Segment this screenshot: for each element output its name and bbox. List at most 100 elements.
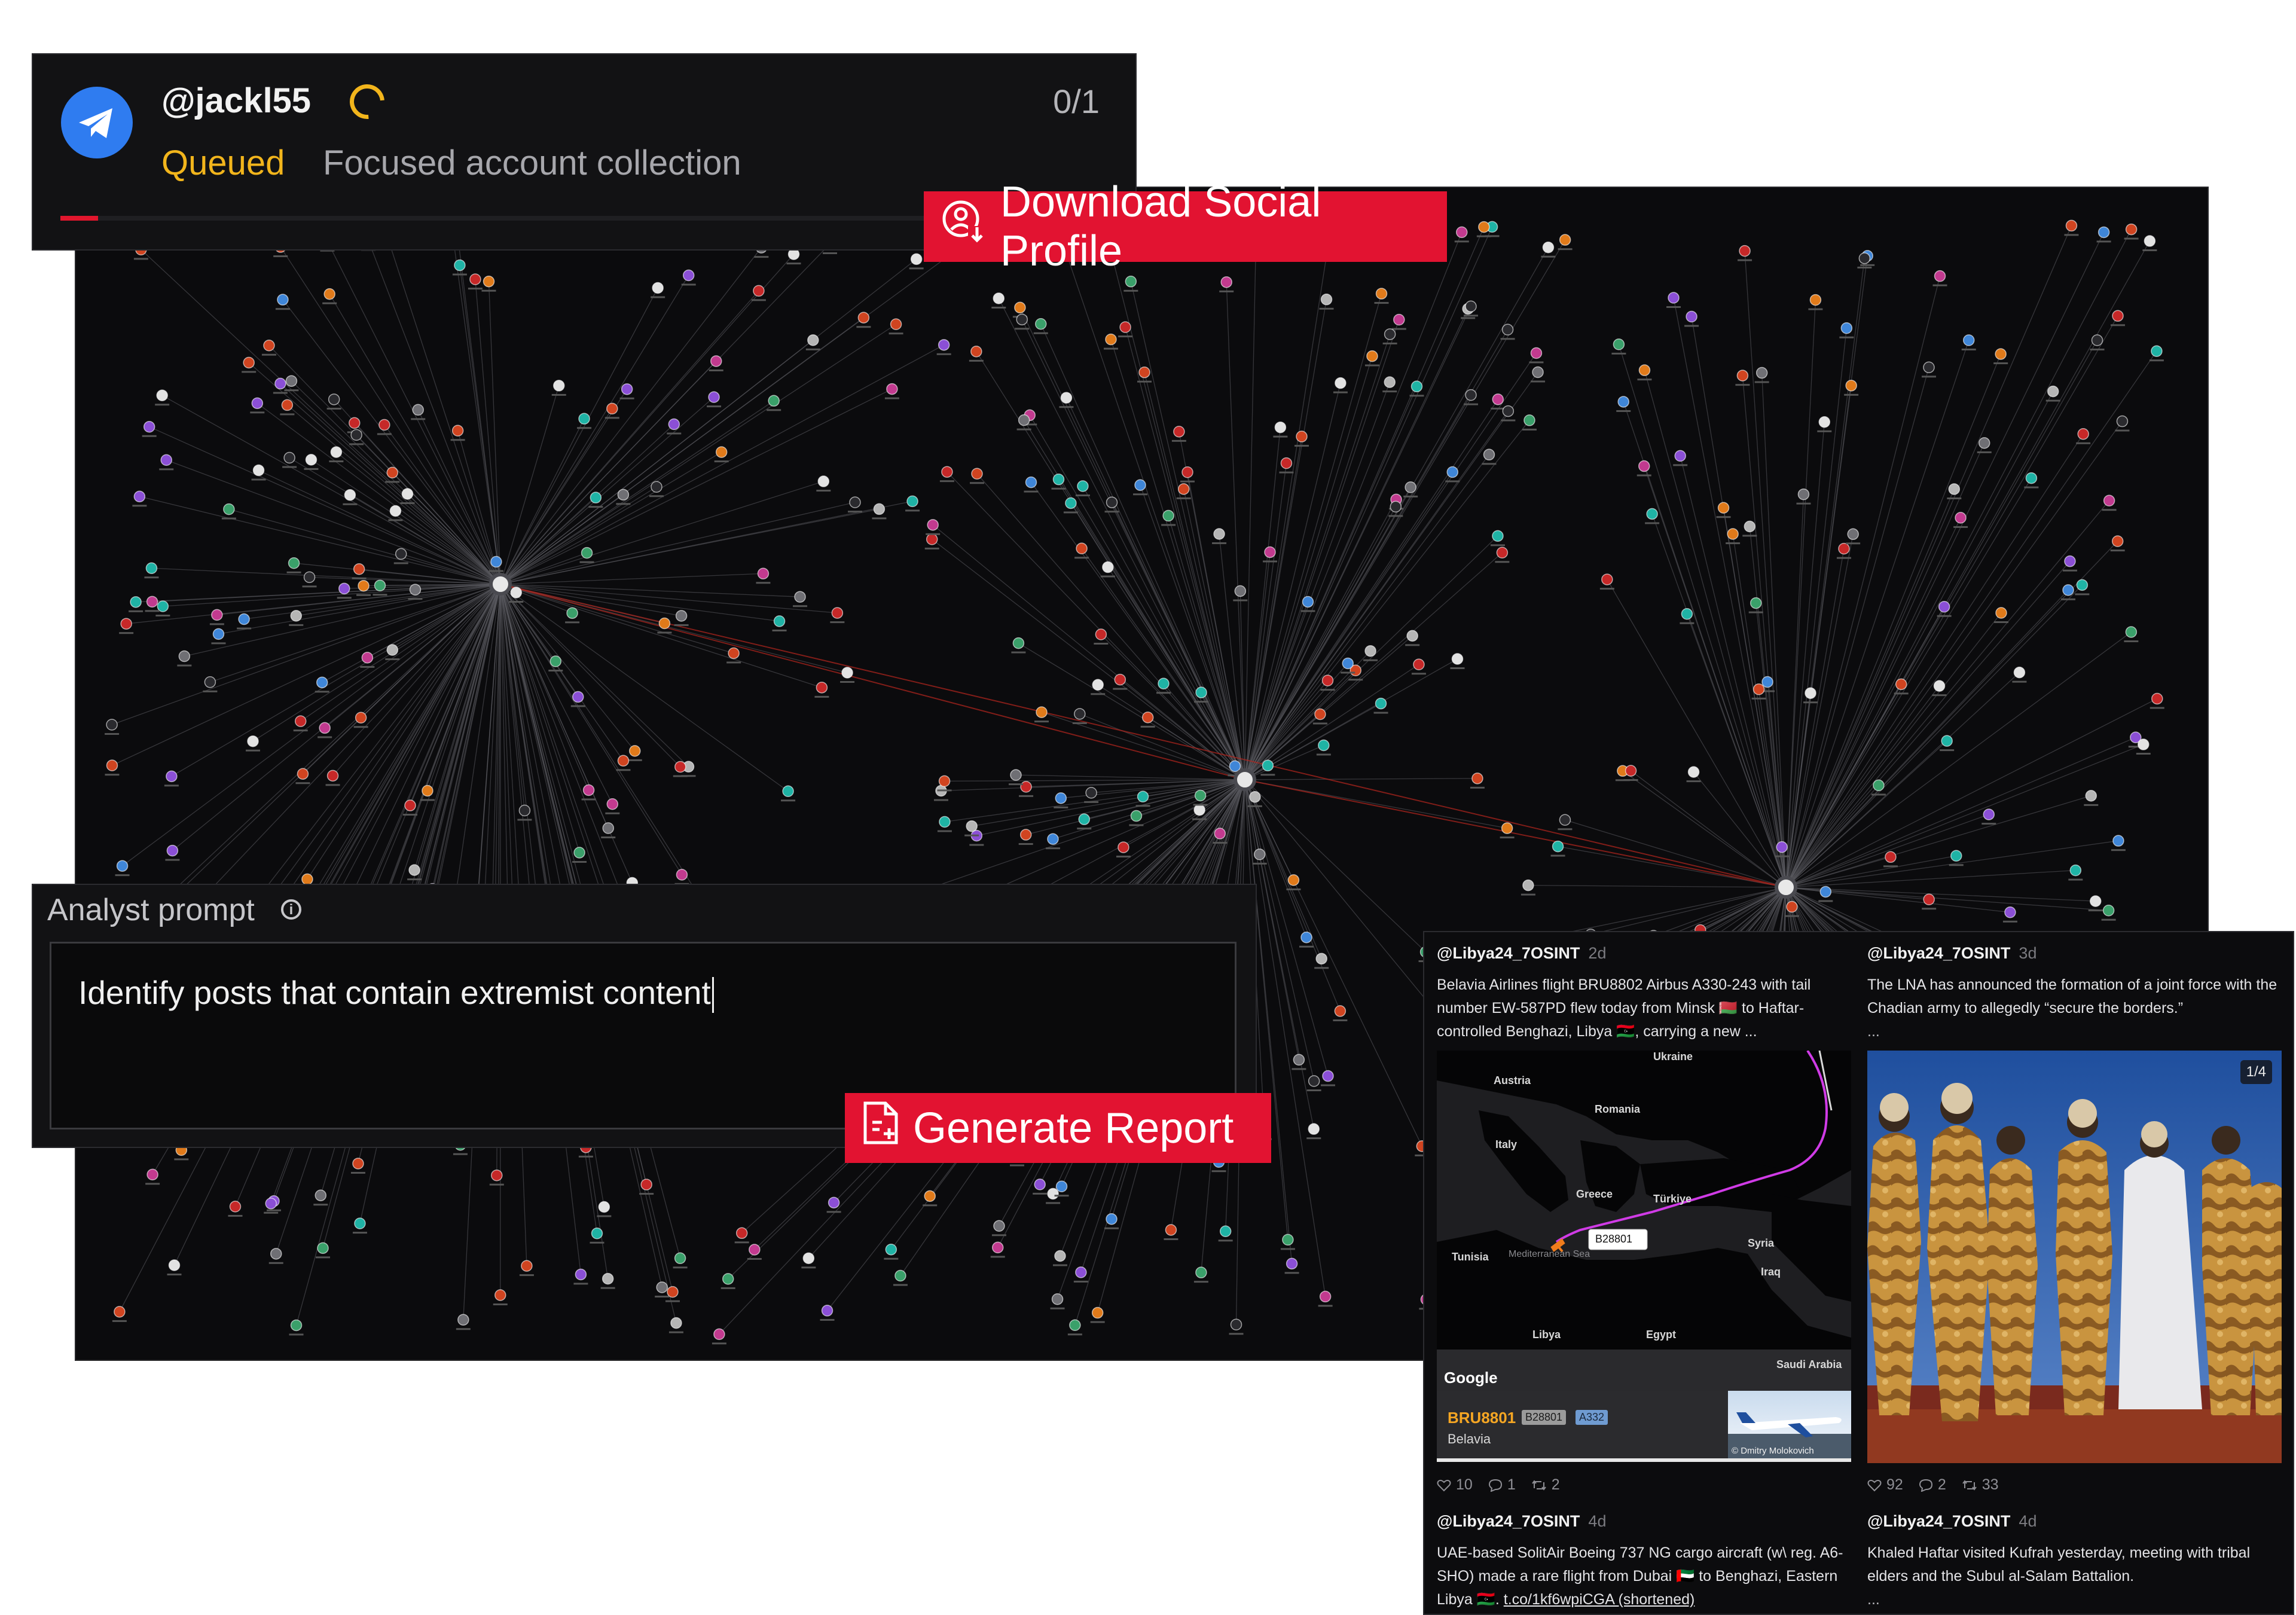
graph-node[interactable] (166, 844, 179, 857)
graph-node[interactable] (1522, 879, 1534, 892)
graph-node[interactable] (1776, 841, 1788, 853)
graph-node[interactable] (285, 375, 298, 387)
graph-node[interactable] (2013, 666, 2026, 679)
graph-node[interactable] (1819, 886, 1832, 898)
graph-node[interactable] (674, 761, 686, 773)
graph-node[interactable] (1786, 900, 1798, 913)
graph-node[interactable] (204, 676, 216, 688)
graph-node[interactable] (1840, 322, 1853, 334)
graph-node[interactable] (1220, 276, 1232, 288)
graph-node[interactable] (621, 383, 633, 395)
graph-node[interactable] (1451, 653, 1464, 665)
graph-node[interactable] (1335, 377, 1347, 389)
graph-node[interactable] (735, 1227, 748, 1240)
graph-node[interactable] (349, 417, 361, 429)
graph-node[interactable] (1950, 850, 1962, 862)
graph-node[interactable] (1047, 1187, 1059, 1200)
graph-node[interactable] (1293, 1054, 1305, 1066)
graph-node[interactable] (409, 584, 422, 596)
graph-node[interactable] (1885, 851, 1897, 863)
graph-node[interactable] (581, 547, 593, 559)
graph-node[interactable] (1405, 481, 1416, 493)
graph-node[interactable] (1681, 607, 1693, 620)
graph-node[interactable] (386, 466, 398, 479)
graph-node[interactable] (1055, 792, 1067, 804)
graph-node[interactable] (617, 489, 630, 501)
graph-node[interactable] (651, 481, 662, 493)
graph-node[interactable] (374, 579, 386, 591)
graph-node[interactable] (1195, 686, 1207, 698)
graph-node[interactable] (1934, 270, 1946, 282)
graph-node[interactable] (656, 1281, 668, 1293)
graph-node[interactable] (1674, 450, 1686, 462)
graph-node[interactable] (1118, 841, 1129, 853)
graph-node[interactable] (1938, 600, 1950, 613)
graph-node[interactable] (316, 676, 328, 689)
graph-node[interactable] (1406, 630, 1418, 642)
graph-node[interactable] (857, 312, 870, 323)
graph-node[interactable] (1410, 380, 1423, 393)
graph-node[interactable] (773, 615, 786, 627)
graph-node[interactable] (1752, 683, 1765, 695)
graph-node[interactable] (1106, 496, 1118, 508)
graph-node[interactable] (1036, 706, 1048, 718)
graph-node[interactable] (330, 446, 343, 458)
graph-node[interactable] (1173, 426, 1185, 438)
graph-node[interactable] (1559, 814, 1571, 826)
graph-node[interactable] (1102, 561, 1114, 573)
graph-node[interactable] (2125, 223, 2138, 236)
graph-node[interactable] (301, 873, 313, 886)
graph-node[interactable] (1617, 396, 1629, 408)
graph-node[interactable] (753, 285, 765, 297)
graph-node[interactable] (710, 355, 722, 367)
graph-node[interactable] (1761, 676, 1773, 688)
graph-node[interactable] (749, 1244, 761, 1256)
graph-node[interactable] (590, 491, 602, 503)
graph-node[interactable] (1078, 813, 1091, 825)
graph-node[interactable] (566, 607, 578, 619)
graph-node[interactable] (2144, 235, 2156, 247)
graph-node[interactable] (628, 745, 641, 757)
graph-node[interactable] (873, 503, 886, 515)
graph-node[interactable] (404, 799, 416, 811)
graph-node[interactable] (1736, 370, 1749, 381)
graph-node[interactable] (1234, 585, 1247, 597)
graph-node[interactable] (263, 340, 275, 352)
graph-node[interactable] (1076, 542, 1088, 555)
graph-node[interactable] (2077, 428, 2089, 440)
graph-node[interactable] (156, 389, 168, 402)
graph-node[interactable] (1296, 431, 1308, 442)
graph-node[interactable] (782, 785, 794, 798)
graph-node[interactable] (1065, 497, 1077, 509)
graph-node[interactable] (1162, 509, 1174, 522)
graph-node[interactable] (821, 1305, 833, 1317)
graph-node[interactable] (1213, 528, 1225, 540)
post-author[interactable]: @Libya24_7OSINT (1867, 1512, 2010, 1530)
graph-node[interactable] (2004, 906, 2016, 918)
graph-node[interactable] (305, 454, 317, 466)
graph-node[interactable] (1995, 348, 2007, 360)
graph-node[interactable] (1262, 759, 1274, 772)
graph-node[interactable] (606, 798, 619, 810)
graph-node[interactable] (1106, 1213, 1118, 1225)
flight-info-card[interactable]: BRU8801 B28801 A332 Belavia © Dmitry Mol… (1437, 1391, 1851, 1462)
graph-node[interactable] (890, 318, 902, 330)
graph-node[interactable] (575, 1268, 587, 1281)
graph-node[interactable] (355, 712, 367, 724)
graph-hub-node[interactable] (1775, 876, 1797, 899)
graph-node[interactable] (582, 784, 595, 796)
graph-node[interactable] (658, 617, 671, 630)
graph-node[interactable] (768, 395, 780, 407)
graph-node[interactable] (1838, 542, 1850, 555)
graph-node[interactable] (938, 775, 951, 787)
graph-node[interactable] (1318, 739, 1330, 752)
graph-node[interactable] (640, 1179, 652, 1190)
graph-node[interactable] (401, 488, 414, 500)
graph-node[interactable] (1687, 766, 1700, 778)
reply-count[interactable]: 2 (1919, 1476, 1946, 1494)
graph-node[interactable] (713, 1328, 725, 1341)
graph-node[interactable] (816, 682, 828, 694)
graph-node[interactable] (1501, 323, 1514, 336)
graph-node[interactable] (1308, 1075, 1320, 1087)
graph-node[interactable] (553, 380, 565, 392)
